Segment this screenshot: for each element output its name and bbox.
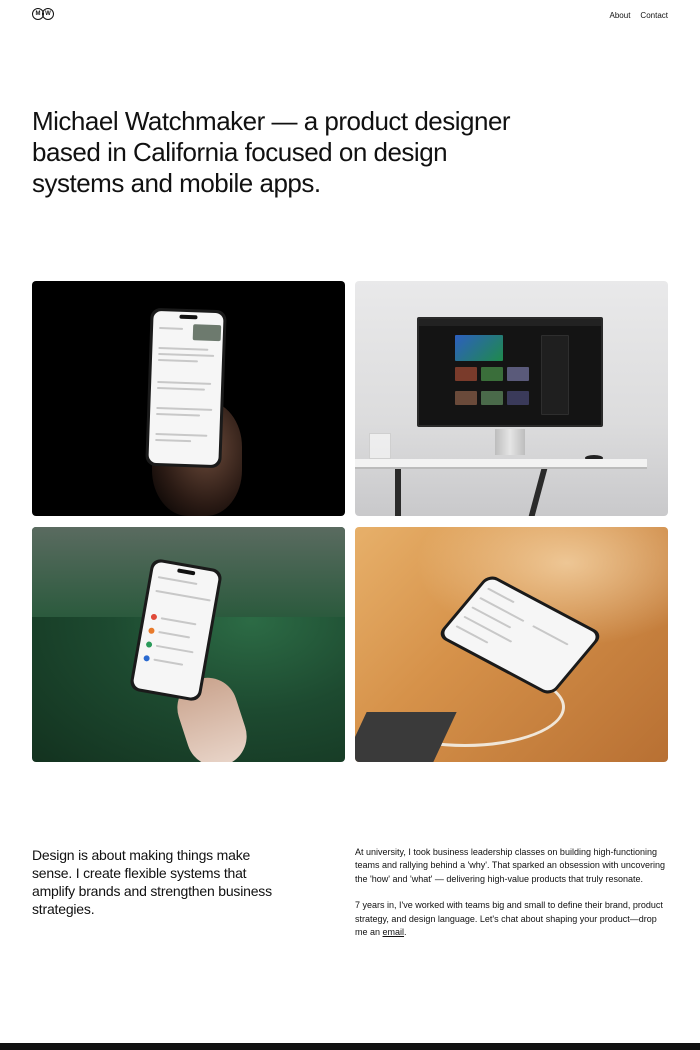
about-intro: Design is about making things make sense… [32,847,272,917]
top-nav: About Contact [610,11,668,20]
logo-letter-w: W [42,8,54,20]
nav-about-link[interactable]: About [610,11,631,20]
desk-surface [355,459,647,469]
monitor-stand [495,429,525,455]
monitor-sidebar [541,335,569,415]
nav-contact-link[interactable]: Contact [640,11,668,20]
screen-line [156,386,205,391]
screen-line [153,658,184,666]
screen-line [155,438,192,443]
monitor-thumb [481,367,503,381]
hero-headline: Michael Watchmaker — a product designer … [32,106,511,198]
phone-screen [148,310,224,466]
footer-bar [0,1043,700,1050]
about-paragraph-2-end: . [404,927,407,938]
desk-leg [395,469,401,516]
site-header: M W About Contact [0,0,700,32]
screen-line [159,327,184,330]
screen-line [158,347,209,351]
screen-line [158,353,215,357]
screen-image [192,324,222,342]
project-tile-detail-app[interactable] [355,527,668,762]
screen-line [155,589,211,602]
monitor-thumb [507,367,529,381]
project-tile-chat-app[interactable] [32,281,345,516]
screen-line [479,596,525,623]
screen-line [156,412,201,417]
screen-line [156,406,213,411]
screen-line [155,644,194,654]
about-details: At university, I took business leadershi… [355,846,670,939]
monitor-thumb [455,391,477,405]
monitor-hero-image [455,335,503,361]
list-dot [150,613,158,621]
list-dot [148,627,155,635]
phone-notch [177,568,196,576]
screen-line [155,432,208,437]
list-dot [145,641,153,649]
monitor-thumb [481,391,503,405]
logo[interactable]: M W [32,8,54,22]
screen-line [532,625,569,646]
screen-line [463,615,513,643]
screen-line [157,359,198,363]
screen-line [160,617,197,626]
laptop-keyboard [355,712,457,762]
screen-line [157,576,198,585]
phone-mockup [145,307,227,469]
list-dot [143,654,151,662]
monitor-toolbar [419,319,601,326]
phone-notch [179,314,198,320]
about-paragraph-2: 7 years in, I've worked with teams big a… [355,899,670,939]
screen-line [486,587,515,604]
monitor-mockup [417,317,603,427]
screen-line [158,630,191,639]
glass-shape [369,433,391,459]
desk-leg [528,469,548,516]
monitor-thumb [455,367,477,381]
project-tile-sports-dashboard[interactable] [355,281,668,516]
about-paragraph-1: At university, I took business leadershi… [355,847,665,884]
email-link[interactable]: email [383,927,405,937]
monitor-thumb [507,391,529,405]
screen-line [157,380,212,385]
project-tile-payments-app[interactable] [32,527,345,762]
